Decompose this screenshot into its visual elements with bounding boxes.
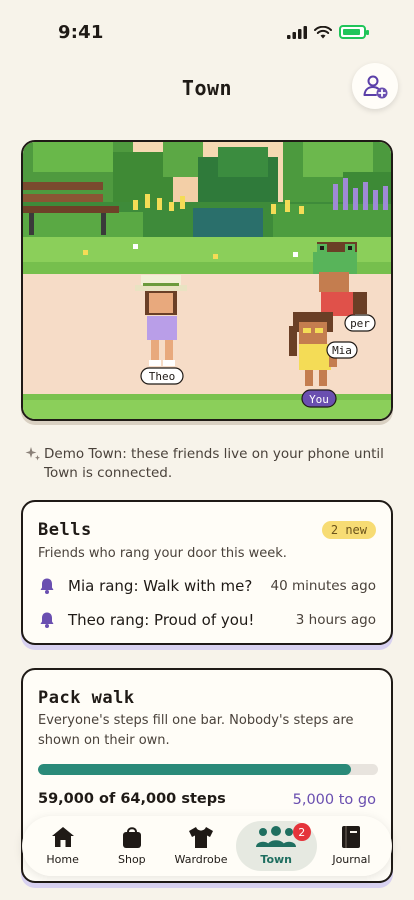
tab-bar: Home Shop Wardrobe Town 2 Journal bbox=[22, 816, 392, 876]
town-scene: Theo per Mia You bbox=[21, 140, 393, 421]
tab-badge: 2 bbox=[292, 823, 311, 841]
book-icon bbox=[340, 823, 362, 851]
status-icons bbox=[287, 25, 369, 39]
tab-home[interactable]: Home bbox=[28, 821, 97, 871]
tab-label: Journal bbox=[332, 853, 371, 866]
you-name-tag: You bbox=[309, 393, 329, 406]
bell-message: Theo rang: Proud of you! bbox=[68, 611, 255, 629]
home-icon bbox=[50, 823, 76, 851]
bell-item[interactable]: Mia rang: Walk with me? 40 minutes ago bbox=[38, 574, 376, 598]
bell-item[interactable]: Theo rang: Proud of you! 3 hours ago bbox=[38, 608, 376, 632]
pack-walk-subtitle: Everyone's steps fill one bar. Nobody's … bbox=[38, 713, 354, 748]
bell-icon bbox=[38, 611, 58, 629]
sparkle-icon bbox=[25, 447, 40, 461]
tab-shop[interactable]: Shop bbox=[97, 821, 166, 871]
tab-town[interactable]: Town 2 bbox=[235, 821, 317, 871]
steps-remaining: 5,000 to go bbox=[292, 792, 376, 808]
status-time: 9:41 bbox=[58, 22, 104, 43]
pack-walk-progress-fill bbox=[38, 764, 352, 775]
battery-icon bbox=[339, 25, 369, 39]
bells-card: Bells 2 new Friends who rang your door t… bbox=[21, 500, 393, 645]
mia-name-tag: Mia bbox=[332, 344, 352, 357]
bells-title: Bells bbox=[38, 520, 92, 540]
new-badge: 2 new bbox=[321, 521, 376, 539]
wifi-icon bbox=[314, 25, 332, 38]
bell-message: Mia rang: Walk with me? bbox=[68, 577, 253, 595]
steps-total: 59,000 of 64,000 steps bbox=[38, 791, 226, 807]
pack-walk-title: Pack walk bbox=[38, 688, 135, 708]
other-name-tag: per bbox=[350, 317, 370, 330]
theo-name-tag: Theo bbox=[149, 370, 176, 383]
add-person-icon bbox=[363, 75, 388, 99]
tab-journal[interactable]: Journal bbox=[317, 821, 386, 871]
pack-walk-progress bbox=[38, 764, 378, 775]
tab-label: Wardrobe bbox=[174, 853, 228, 866]
bell-time: 40 minutes ago bbox=[270, 578, 376, 594]
people-icon bbox=[254, 823, 298, 851]
bell-icon bbox=[38, 577, 58, 595]
tshirt-icon bbox=[187, 823, 215, 851]
demo-note: Demo Town: these friends live on your ph… bbox=[22, 445, 392, 483]
tab-wardrobe[interactable]: Wardrobe bbox=[166, 821, 235, 871]
add-friend-button[interactable] bbox=[352, 63, 398, 109]
demo-note-text: Demo Town: these friends live on your ph… bbox=[44, 446, 384, 481]
status-bar: 9:41 bbox=[0, 0, 414, 56]
tab-label: Shop bbox=[117, 853, 146, 866]
bell-time: 3 hours ago bbox=[295, 612, 376, 628]
bells-subtitle: Friends who rang your door this week. bbox=[38, 546, 287, 561]
tab-label: Home bbox=[46, 853, 79, 866]
shopping-bag-icon bbox=[120, 823, 144, 851]
tab-label: Town bbox=[260, 853, 292, 866]
signal-icon bbox=[287, 25, 307, 39]
